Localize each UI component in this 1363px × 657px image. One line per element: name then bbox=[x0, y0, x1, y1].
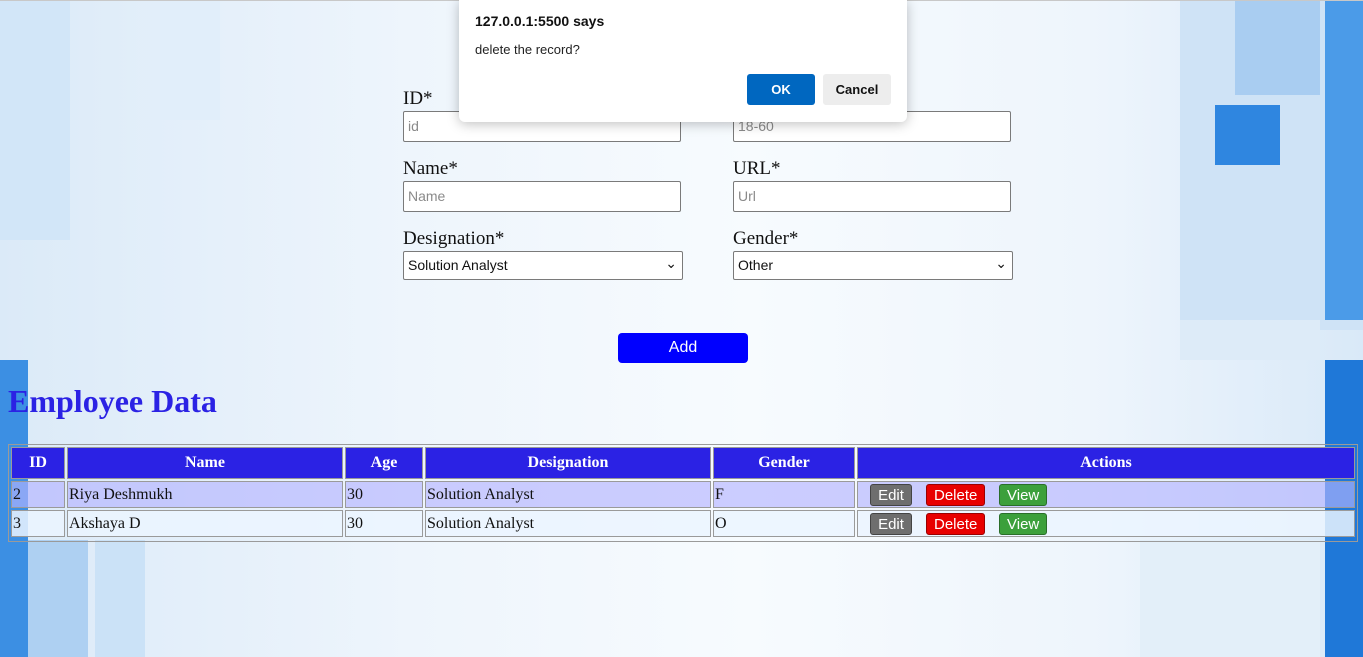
cell-id: 3 bbox=[11, 510, 65, 537]
cell-designation: Solution Analyst bbox=[425, 510, 711, 537]
view-button[interactable]: View bbox=[999, 512, 1047, 535]
url-input[interactable]: Url bbox=[733, 181, 1011, 212]
url-label: URL* bbox=[733, 158, 781, 179]
designation-select[interactable]: Solution Analyst ⌄ bbox=[403, 251, 683, 280]
chevron-down-icon: ⌄ bbox=[995, 255, 1007, 271]
name-label: Name* bbox=[403, 158, 458, 179]
header-id: ID bbox=[11, 447, 65, 479]
add-button[interactable]: Add bbox=[618, 333, 748, 363]
cell-age: 30 bbox=[345, 510, 423, 537]
employee-table: ID Name Age Designation Gender Actions 2… bbox=[8, 444, 1358, 542]
cell-gender: O bbox=[713, 510, 855, 537]
edit-button[interactable]: Edit bbox=[870, 483, 912, 506]
view-button[interactable]: View bbox=[999, 483, 1047, 506]
designation-field-group: Designation* Solution Analyst ⌄ bbox=[403, 229, 683, 280]
dialog-title: 127.0.0.1:5500 says bbox=[475, 13, 605, 29]
header-actions: Actions bbox=[857, 447, 1355, 479]
table-row: 3 Akshaya D 30 Solution Analyst O Edit D… bbox=[11, 510, 1355, 537]
cell-id: 2 bbox=[11, 481, 65, 508]
table-row: 2 Riya Deshmukh 30 Solution Analyst F Ed… bbox=[11, 481, 1355, 508]
header-age: Age bbox=[345, 447, 423, 479]
designation-select-value: Solution Analyst bbox=[408, 257, 508, 273]
cell-actions: Edit Delete View bbox=[857, 481, 1355, 508]
cell-actions: Edit Delete View bbox=[857, 510, 1355, 537]
name-input[interactable]: Name bbox=[403, 181, 681, 212]
cell-designation: Solution Analyst bbox=[425, 481, 711, 508]
delete-button[interactable]: Delete bbox=[926, 483, 985, 506]
gender-select[interactable]: Other ⌄ bbox=[733, 251, 1013, 280]
cancel-button[interactable]: Cancel bbox=[823, 74, 891, 105]
chevron-down-icon: ⌄ bbox=[665, 255, 677, 271]
header-name: Name bbox=[67, 447, 343, 479]
designation-label: Designation* bbox=[403, 228, 505, 249]
gender-field-group: Gender* Other ⌄ bbox=[733, 229, 1013, 280]
delete-button[interactable]: Delete bbox=[926, 512, 985, 535]
header-gender: Gender bbox=[713, 447, 855, 479]
cell-age: 30 bbox=[345, 481, 423, 508]
ok-button[interactable]: OK bbox=[747, 74, 815, 105]
confirm-dialog: 127.0.0.1:5500 says delete the record? O… bbox=[459, 0, 907, 122]
page-title: Employee Data bbox=[8, 383, 217, 419]
dialog-message: delete the record? bbox=[475, 42, 580, 57]
gender-select-value: Other bbox=[738, 257, 774, 273]
cell-gender: F bbox=[713, 481, 855, 508]
name-field-group: Name* Name bbox=[403, 159, 681, 212]
header-designation: Designation bbox=[425, 447, 711, 479]
cell-name: Akshaya D bbox=[67, 510, 343, 537]
table-header-row: ID Name Age Designation Gender Actions bbox=[11, 447, 1355, 479]
url-field-group: URL* Url bbox=[733, 159, 1011, 212]
edit-button[interactable]: Edit bbox=[870, 512, 912, 535]
gender-label: Gender* bbox=[733, 228, 799, 249]
cell-name: Riya Deshmukh bbox=[67, 481, 343, 508]
